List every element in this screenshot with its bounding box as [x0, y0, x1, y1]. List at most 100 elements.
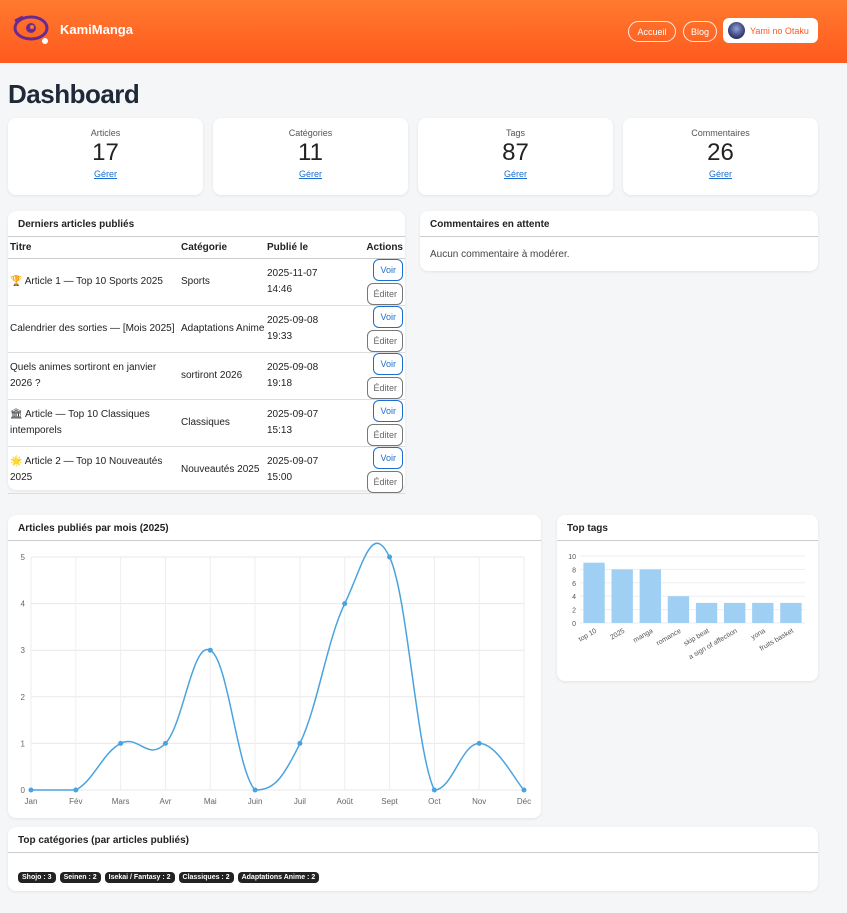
edit-button[interactable]: Éditer [367, 470, 403, 493]
edit-button[interactable]: Éditer [367, 423, 403, 446]
stat-value: 26 [707, 139, 734, 166]
article-category: Nouveautés 2025 [179, 446, 265, 494]
x-tick-label: manga [632, 628, 654, 645]
data-point [521, 787, 527, 793]
stat-value: 17 [92, 139, 119, 166]
article-date: 2025-11-07 14:46 [265, 258, 355, 306]
view-button[interactable]: Voir [373, 258, 403, 281]
nav-blog-button[interactable]: Blog [683, 21, 717, 42]
time-text: 15:00 [267, 471, 293, 483]
date-text: 2025-09-07 [267, 455, 319, 467]
view-button[interactable]: Voir [373, 352, 403, 375]
manage-categories-link[interactable]: Gérer [213, 169, 408, 179]
x-tick-label: Juin [248, 797, 263, 806]
x-tick-label: romance [655, 628, 682, 648]
manage-articles-link[interactable]: Gérer [8, 169, 203, 179]
article-title[interactable]: Quels animes sortiront en janvier 2026 ? [8, 352, 179, 400]
bar [667, 596, 690, 623]
table-row: 🏛 Article — Top 10 Classiques intemporel… [8, 399, 405, 447]
date-text: 2025-11-07 [267, 267, 318, 279]
x-tick-label: Jan [25, 797, 38, 806]
articles-table: Titre Catégorie Publié le Actions 🏆 Arti… [8, 237, 405, 494]
article-actions: Voir Éditer [355, 352, 405, 400]
top-tags-title: Top tags [557, 515, 818, 541]
data-point [476, 740, 482, 746]
article-actions: Voir Éditer [355, 446, 405, 494]
brand-name[interactable]: KamiManga [60, 22, 133, 37]
col-titre: Titre [8, 237, 179, 259]
bar [724, 602, 746, 623]
article-actions: Voir Éditer [355, 305, 405, 353]
edit-button[interactable]: Éditer [367, 282, 403, 305]
category-badge: Adaptations Anime : 2 [237, 872, 320, 883]
category-badge: Isekai / Fantasy : 2 [104, 872, 175, 883]
stat-card-tags: Tags 87 Gérer [418, 118, 613, 195]
latest-articles-title: Derniers articles publiés [8, 211, 405, 237]
x-tick-label: yona [750, 628, 767, 642]
category-badge: Seinen : 2 [59, 872, 101, 883]
category-badge: Classiques : 2 [178, 872, 234, 883]
date-text: 2025-09-08 [267, 314, 319, 326]
edit-button[interactable]: Éditer [367, 329, 403, 352]
stat-card-comments: Commentaires 26 Gérer [623, 118, 818, 195]
article-date: 2025-09-07 15:13 [265, 399, 355, 447]
top-categories-card: Top catégories (par articles publiés) Sh… [8, 827, 818, 891]
date-text: 2025-09-07 [267, 408, 319, 420]
y-tick-label: 0 [572, 621, 576, 628]
monthly-chart-title: Articles publiés par mois (2025) [8, 515, 541, 541]
article-category: Sports [179, 258, 265, 306]
y-tick-label: 1 [21, 739, 26, 748]
article-title[interactable]: Calendrier des sorties — [Mois 2025] [8, 305, 179, 353]
monthly-line-chart: 0 1 2 3 4 5 Jan Fév Mars Avr Mai Juin Juil Août Sept Oc… [21, 542, 531, 806]
stat-label: Catégories [288, 128, 333, 138]
article-title[interactable]: 🌟 Article 2 — Top 10 Nouveautés 2025 [8, 446, 179, 494]
top-tags-bar-chart: 0246810top 10 2025 manga romance skip beata … [568, 554, 805, 661]
logo-icon[interactable] [11, 13, 51, 45]
view-button[interactable]: Voir [373, 305, 403, 328]
bar [639, 569, 661, 623]
y-tick-label: 5 [21, 553, 26, 562]
manage-comments-link[interactable]: Gérer [623, 169, 818, 179]
data-point [431, 787, 437, 793]
x-tick-label: 2025 [609, 628, 626, 642]
bar [780, 602, 802, 623]
manage-tags-link[interactable]: Gérer [418, 169, 613, 179]
x-tick-label: Déc [517, 797, 531, 806]
x-tick-label: Avr [160, 797, 172, 806]
col-categorie: Catégorie [179, 237, 265, 259]
edit-button[interactable]: Éditer [367, 376, 403, 399]
col-actions: Actions [355, 237, 405, 259]
time-text: 14:46 [267, 283, 293, 295]
category-badges: Shojo : 3 Seinen : 2 Isekai / Fantasy : 2C… [8, 853, 818, 884]
article-icon: 🏆 [10, 275, 23, 287]
x-tick-label: Mars [112, 797, 130, 806]
data-point [342, 601, 348, 607]
bar [752, 602, 774, 623]
stat-label: Commentaires [691, 128, 750, 138]
user-menu-button[interactable]: Yami no Otaku [723, 18, 818, 43]
article-icon: 🌟 [10, 455, 23, 467]
article-title-text: Quels animes sortiront en janvier 2026 ? [10, 361, 157, 389]
avatar [728, 22, 745, 39]
table-row: 🌟 Article 2 — Top 10 Nouveautés 2025 Nouv… [8, 446, 405, 494]
article-title[interactable]: 🏆 Article 1 — Top 10 Sports 2025 [8, 258, 179, 306]
x-tick-label: top 10 [578, 628, 598, 644]
article-title-text: Article 2 — Top 10 Nouveautés 2025 [10, 455, 163, 483]
category-badge: Shojo : 3 [18, 872, 56, 883]
data-point [387, 554, 393, 560]
bar [695, 602, 718, 623]
view-button[interactable]: Voir [373, 446, 403, 469]
data-point [297, 740, 303, 746]
y-tick-label: 3 [21, 646, 26, 655]
stat-card-articles: Articles 17 Gérer [8, 118, 203, 195]
article-date: 2025-09-07 15:00 [265, 446, 355, 494]
nav-accueil-button[interactable]: Accueil [628, 21, 676, 42]
monthly-chart-card: Articles publiés par mois (2025) 0 1 2 3 4 5 J… [8, 515, 541, 818]
latest-articles-card: Derniers articles publiés Titre Catégori… [8, 211, 405, 494]
data-point [73, 787, 79, 793]
bar [583, 562, 605, 623]
article-title[interactable]: 🏛 Article — Top 10 Classiques intemporel… [8, 399, 179, 447]
time-text: 15:13 [267, 424, 293, 436]
x-tick-label: Août [336, 797, 353, 806]
view-button[interactable]: Voir [373, 399, 403, 422]
